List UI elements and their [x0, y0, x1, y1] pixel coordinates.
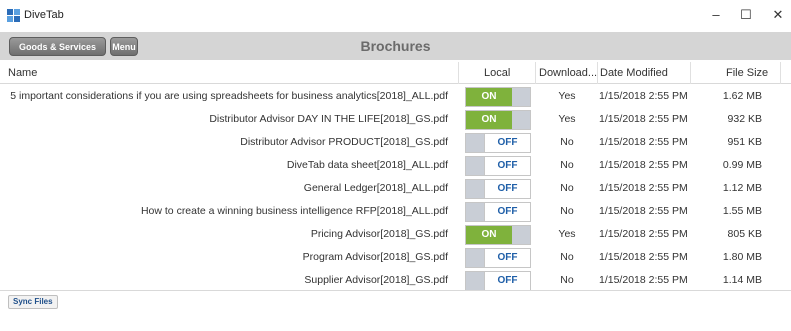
menu-button[interactable]: Menu: [110, 37, 138, 56]
date-modified: 1/15/2018 2:55 PM: [599, 228, 688, 240]
file-name: DiveTab data sheet[2018]_ALL.pdf: [286, 159, 448, 171]
sync-files-button[interactable]: Sync Files: [8, 295, 58, 309]
table-row[interactable]: How to create a winning business intelli…: [0, 201, 780, 223]
toggle-knob[interactable]: [466, 272, 484, 290]
local-toggle[interactable]: ON: [465, 225, 531, 245]
download-status: Yes: [558, 90, 576, 102]
toggle-knob[interactable]: [466, 180, 484, 198]
local-toggle[interactable]: OFF: [465, 133, 531, 153]
header-name[interactable]: Name: [8, 67, 37, 79]
local-toggle[interactable]: ON: [465, 87, 531, 107]
file-size: 805 KB: [727, 228, 762, 240]
file-size: 932 KB: [727, 113, 762, 125]
file-name: General Ledger[2018]_ALL.pdf: [303, 182, 448, 194]
date-modified: 1/15/2018 2:55 PM: [599, 90, 688, 102]
download-status: No: [560, 251, 574, 263]
title-bar: DiveTab – ☐ ✕: [0, 0, 791, 32]
toggle-knob[interactable]: [466, 157, 484, 175]
download-status: No: [560, 205, 574, 217]
toggle-knob[interactable]: [466, 134, 484, 152]
column-divider: [690, 62, 691, 84]
goods-services-button[interactable]: Goods & Services: [9, 37, 106, 56]
toggle-state-label: ON: [466, 111, 512, 129]
table-row[interactable]: General Ledger[2018]_ALL.pdf OFF No 1/15/20…: [0, 178, 780, 200]
table-header: Name Local Download... Date Modified Fil…: [0, 62, 791, 84]
toggle-state-label: OFF: [484, 180, 530, 198]
toggle-state-label: ON: [466, 88, 512, 106]
table-row[interactable]: DiveTab data sheet[2018]_ALL.pdf OFF No 1/1…: [0, 155, 780, 177]
file-size: 1.62 MB: [722, 90, 762, 102]
column-divider: [597, 62, 598, 84]
toggle-state-label: OFF: [484, 134, 530, 152]
file-size: 0.99 MB: [722, 159, 762, 171]
toggle-state-label: OFF: [484, 157, 530, 175]
toggle-state-label: OFF: [484, 203, 530, 221]
toggle-knob[interactable]: [466, 203, 484, 221]
table-row[interactable]: Distributor Advisor DAY IN THE LIFE[2018…: [0, 109, 780, 131]
footer: Sync Files: [0, 290, 791, 331]
local-toggle[interactable]: OFF: [465, 248, 531, 268]
file-name: Distributor Advisor DAY IN THE LIFE[2018…: [209, 113, 448, 125]
toggle-state-label: ON: [466, 226, 512, 244]
file-name: Supplier Advisor[2018]_GS.pdf: [304, 274, 448, 286]
download-status: Yes: [558, 113, 576, 125]
local-toggle[interactable]: OFF: [465, 202, 531, 222]
file-name: 5 important considerations if you are us…: [10, 90, 448, 102]
toggle-knob[interactable]: [466, 249, 484, 267]
file-size: 951 KB: [727, 136, 762, 148]
local-toggle[interactable]: OFF: [465, 179, 531, 199]
table-row[interactable]: Program Advisor[2018]_GS.pdf OFF No 1/15/20…: [0, 247, 780, 269]
date-modified: 1/15/2018 2:55 PM: [599, 251, 688, 263]
toggle-state-label: OFF: [484, 272, 530, 290]
table-row[interactable]: Pricing Advisor[2018]_GS.pdf ON Yes 1/15/20…: [0, 224, 780, 246]
download-status: No: [560, 182, 574, 194]
file-name: Distributor Advisor PRODUCT[2018]_GS.pdf: [240, 136, 448, 148]
file-name: Program Advisor[2018]_GS.pdf: [302, 251, 448, 263]
local-toggle[interactable]: ON: [465, 110, 531, 130]
header-local[interactable]: Local: [484, 67, 510, 79]
table-row[interactable]: 5 important considerations if you are us…: [0, 86, 780, 108]
file-size: 1.12 MB: [722, 182, 762, 194]
column-divider: [780, 62, 781, 84]
header-date-modified[interactable]: Date Modified: [600, 67, 668, 79]
column-divider: [458, 62, 459, 84]
toggle-state-label: OFF: [484, 249, 530, 267]
header-download[interactable]: Download...: [539, 67, 597, 79]
file-size: 1.14 MB: [722, 274, 762, 286]
toggle-knob[interactable]: [512, 88, 530, 106]
column-divider: [535, 62, 536, 84]
date-modified: 1/15/2018 2:55 PM: [599, 113, 688, 125]
window-title: DiveTab: [24, 9, 64, 21]
date-modified: 1/15/2018 2:55 PM: [599, 159, 688, 171]
minimize-button[interactable]: –: [706, 6, 726, 24]
local-toggle[interactable]: OFF: [465, 156, 531, 176]
table-row[interactable]: Distributor Advisor PRODUCT[2018]_GS.pdf…: [0, 132, 780, 154]
date-modified: 1/15/2018 2:55 PM: [599, 182, 688, 194]
download-status: Yes: [558, 228, 576, 240]
date-modified: 1/15/2018 2:55 PM: [599, 136, 688, 148]
header-file-size[interactable]: File Size: [726, 67, 768, 79]
download-status: No: [560, 159, 574, 171]
table-row[interactable]: Supplier Advisor[2018]_GS.pdf OFF No 1/15/2…: [0, 270, 780, 292]
toolbar: Brochures Goods & Services Menu: [0, 32, 791, 60]
download-status: No: [560, 274, 574, 286]
file-size: 1.80 MB: [722, 251, 762, 263]
date-modified: 1/15/2018 2:55 PM: [599, 205, 688, 217]
close-button[interactable]: ✕: [768, 6, 788, 24]
toggle-knob[interactable]: [512, 226, 530, 244]
file-name: Pricing Advisor[2018]_GS.pdf: [310, 228, 448, 240]
divetab-logo-icon: [7, 9, 20, 22]
local-toggle[interactable]: OFF: [465, 271, 531, 291]
file-name: How to create a winning business intelli…: [140, 205, 448, 217]
date-modified: 1/15/2018 2:55 PM: [599, 274, 688, 286]
toggle-knob[interactable]: [512, 111, 530, 129]
maximize-button[interactable]: ☐: [736, 6, 756, 24]
download-status: No: [560, 136, 574, 148]
file-size: 1.55 MB: [722, 205, 762, 217]
